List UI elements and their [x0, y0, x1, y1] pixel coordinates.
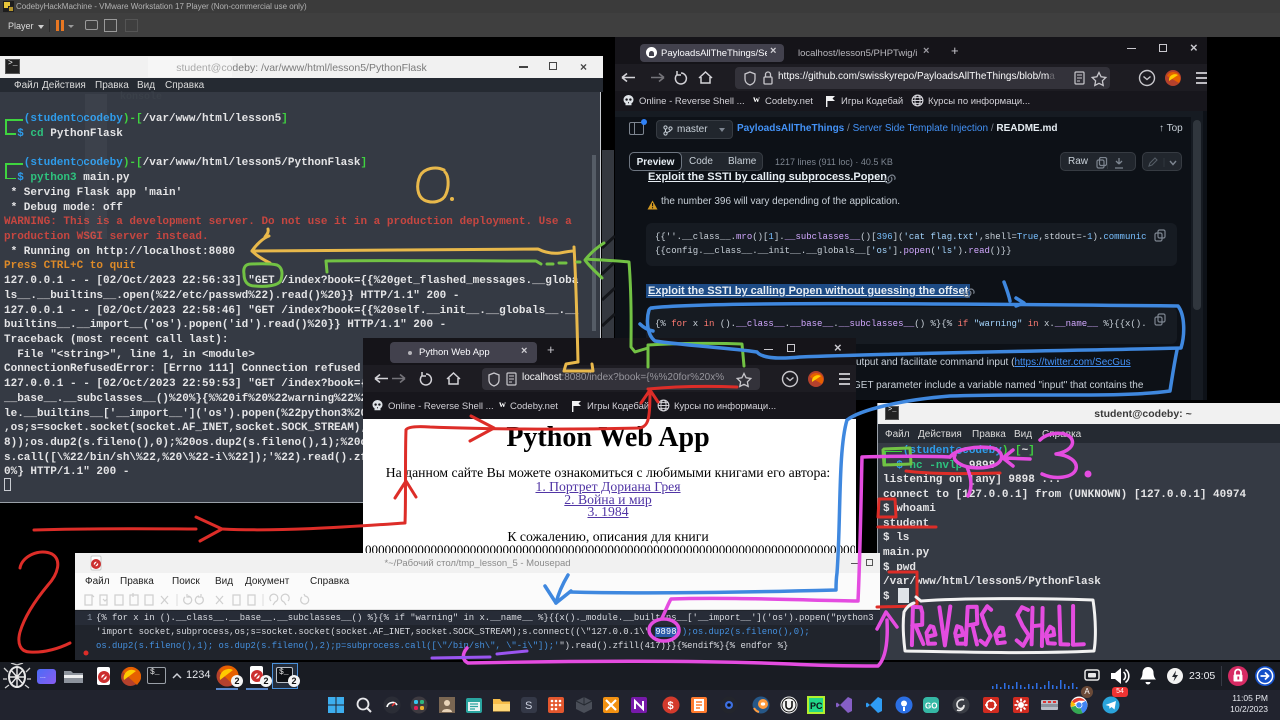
- svg-text:S: S: [525, 700, 532, 712]
- svg-text:GO: GO: [925, 702, 937, 711]
- svg-text:PC: PC: [810, 701, 823, 711]
- svg-text:$: $: [668, 700, 674, 712]
